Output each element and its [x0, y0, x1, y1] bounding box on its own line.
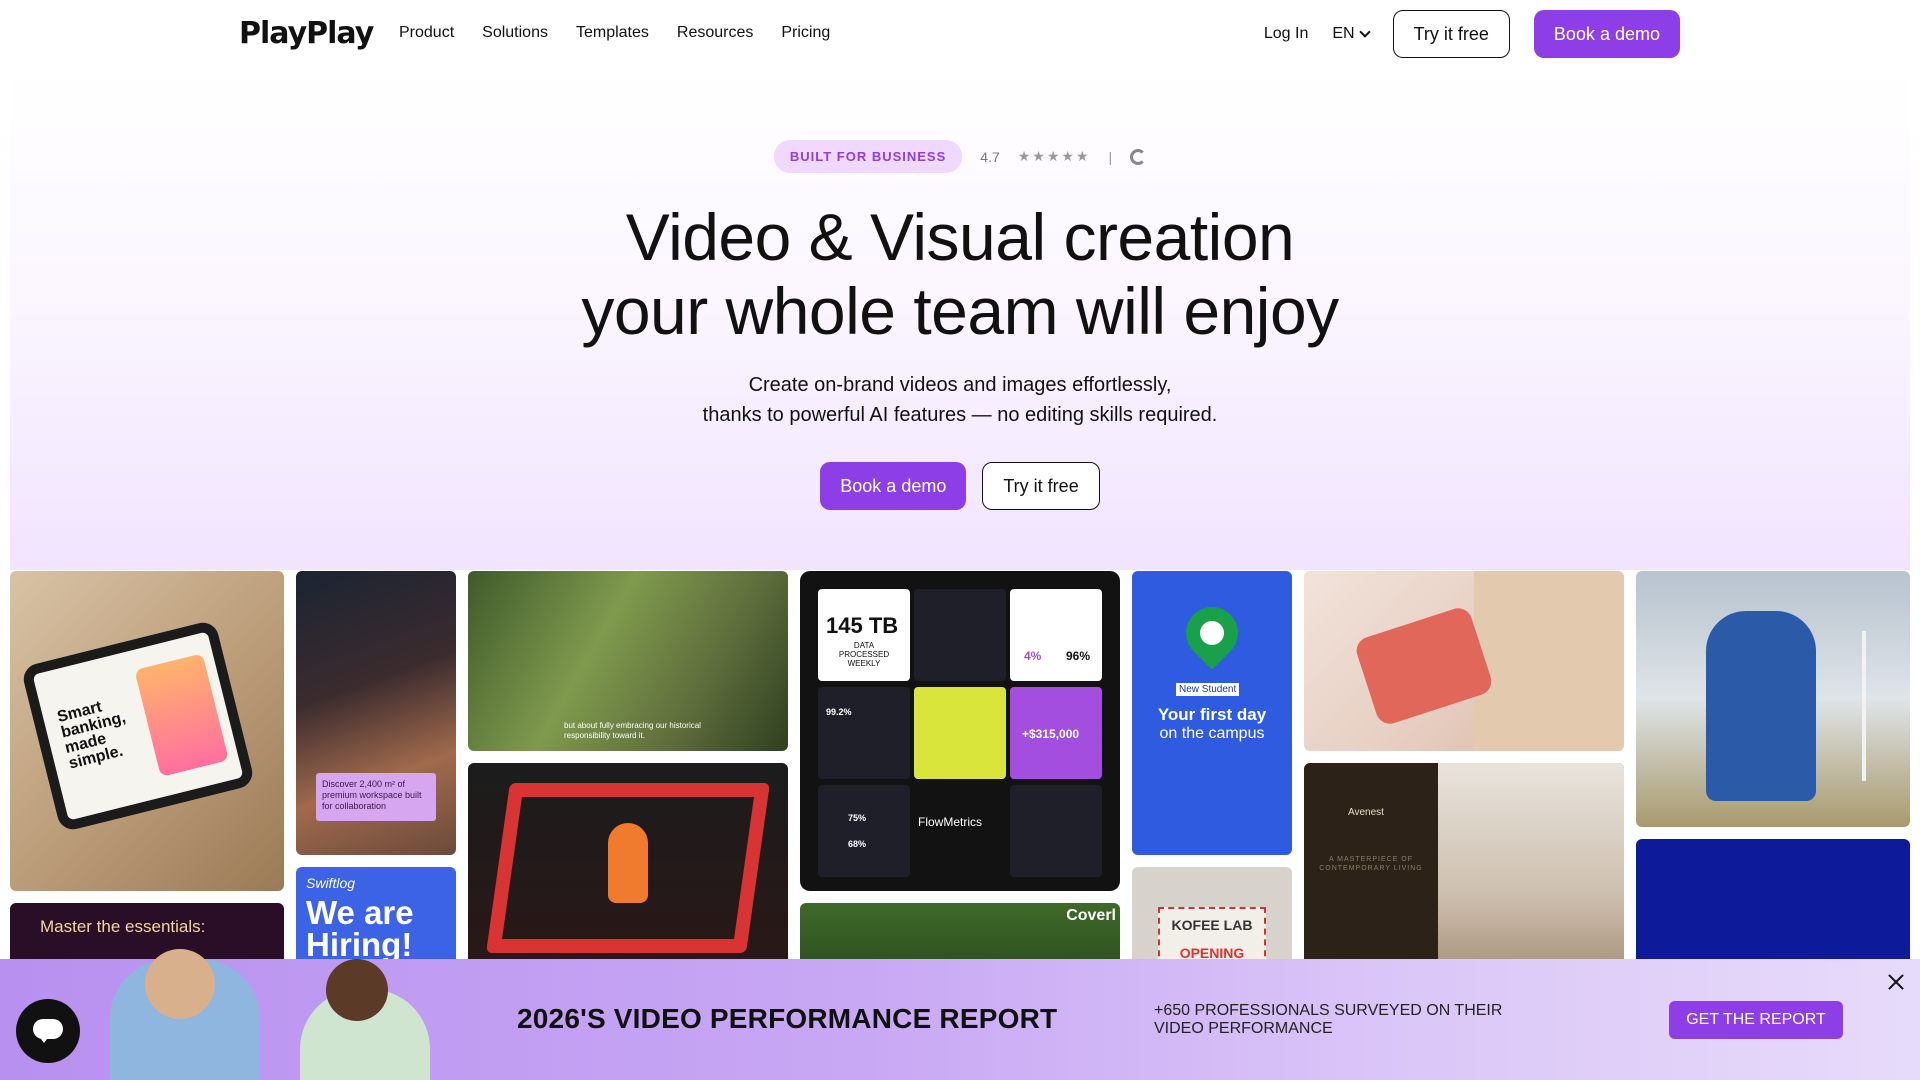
- gallery-tile-bag: [1304, 571, 1624, 751]
- hero-title-line2: your whole team will enjoy: [581, 274, 1339, 348]
- dash-card-performance: 4% 96%: [1010, 589, 1102, 681]
- gallery-tile-campus: New Student Your first day on the campus: [1132, 571, 1292, 855]
- bag-box: [1474, 571, 1624, 751]
- hero-subtitle-line2: thanks to powerful AI features — no edit…: [702, 404, 1218, 426]
- built-for-business-badge: BUILT FOR BUSINESS: [773, 140, 963, 173]
- dash-brand: FlowMetrics: [918, 815, 983, 829]
- avenest-room: [1438, 763, 1624, 983]
- dash-pct3: 99.2%: [826, 707, 852, 717]
- runner-figure: [608, 823, 648, 903]
- top-nav: PlayPlay Product Solutions Templates Res…: [0, 0, 1920, 70]
- kofee-text: KOFEE LAB: [1171, 917, 1253, 933]
- wind-turbine: [1862, 631, 1866, 781]
- get-report-button[interactable]: GET THE REPORT: [1669, 1001, 1843, 1039]
- dash-pct4: 75%: [848, 813, 867, 823]
- campus-title: Your first day: [1157, 705, 1267, 724]
- person-head-1: [145, 949, 215, 1019]
- gallery-tile-building: Discover 2,400 m² of premium workspace b…: [296, 571, 456, 855]
- hero-subtitle: Create on-brand videos and images effort…: [0, 370, 1920, 430]
- dash-card-ingestion: [914, 589, 1006, 681]
- dash-money: +$315,000: [1022, 727, 1080, 741]
- banner-description: +650 PROFESSIONALS SURVEYED ON THEIR VID…: [1154, 1002, 1503, 1037]
- hero-book-demo-button[interactable]: Book a demo: [820, 462, 967, 510]
- dash-pct1: 4%: [1024, 649, 1042, 663]
- gallery-tile-dashboard: 145 TB DATA PROCESSED WEEKLY 4% 96% 99.2…: [800, 571, 1120, 891]
- birder-caption: but about fully embracing our historical…: [564, 721, 701, 740]
- dash-pct5: 68%: [848, 839, 867, 849]
- coverall-text: Coverl: [1066, 907, 1116, 924]
- dash-card-loss: 99.2%: [818, 687, 910, 779]
- dash-tb-value: 145 TB: [826, 613, 899, 638]
- gallery-tile-runner: [468, 763, 788, 983]
- badge-row: BUILT FOR BUSINESS 4.7 ★★★★★ |: [0, 140, 1920, 173]
- login-link[interactable]: Log In: [1264, 25, 1308, 43]
- nav-link-solutions[interactable]: Solutions: [482, 24, 548, 42]
- gallery-tile-avenest: Avenest A MASTERPIECE OF CONTEMPORARY LI…: [1304, 763, 1624, 983]
- dash-pct2: 96%: [1066, 649, 1091, 663]
- language-label: EN: [1332, 25, 1355, 42]
- playplay-logo[interactable]: PlayPlay: [239, 16, 374, 51]
- hero-title: Video & Visual creation your whole team …: [0, 200, 1920, 348]
- tablet-screen: Smart banking, made simple.: [20, 619, 256, 833]
- banner-people: [90, 949, 450, 1080]
- nav-links: Product Solutions Templates Resources Pr…: [399, 24, 830, 42]
- nav-book-demo-button[interactable]: Book a demo: [1533, 10, 1680, 58]
- nav-try-free-button[interactable]: Try it free: [1392, 10, 1510, 58]
- gallery-tile-birdwatcher: but about fully embracing our historical…: [468, 571, 788, 751]
- rating-value: 4.7: [980, 148, 1000, 165]
- campus-subtitle: on the campus: [1159, 725, 1265, 742]
- master-text: Master the essentials:: [40, 917, 206, 936]
- dash-card-insights: [1010, 785, 1102, 877]
- phone-figure: [134, 653, 229, 777]
- banner-title: 2026'S VIDEO PERFORMANCE REPORT: [517, 1003, 1058, 1034]
- hero-title-line1: Video & Visual creation: [625, 200, 1295, 274]
- language-selector[interactable]: EN: [1332, 25, 1371, 43]
- nav-actions: Log In EN Try it free Book a demo: [1264, 10, 1680, 58]
- gallery-tile-turbine: [1636, 571, 1910, 827]
- building-note: Discover 2,400 m² of premium workspace b…: [316, 773, 436, 821]
- avenest-tagline: A MASTERPIECE OF CONTEMPORARY LIVING: [1319, 856, 1423, 872]
- dash-card-photo: [914, 687, 1006, 779]
- nav-link-pricing[interactable]: Pricing: [781, 24, 830, 42]
- nav-link-product[interactable]: Product: [399, 24, 454, 42]
- dash-card-decision: 75% 68%: [818, 785, 910, 877]
- person-head-2: [326, 959, 388, 1021]
- pin-dot: [1195, 616, 1229, 650]
- hiring-brand: Swiftlog: [306, 875, 356, 891]
- chat-widget-button[interactable]: [16, 999, 80, 1063]
- nav-link-templates[interactable]: Templates: [576, 24, 649, 42]
- chat-icon-tail: [38, 1035, 50, 1043]
- hero-try-free-button[interactable]: Try it free: [982, 462, 1100, 510]
- tablet-text: Smart banking, made simple.: [55, 698, 128, 773]
- gallery-tile-banking: Smart banking, made simple.: [10, 571, 284, 891]
- g2-logo-icon: [1130, 148, 1147, 165]
- dash-card-debt: +$315,000: [1010, 687, 1102, 779]
- star-icon: ★★★★★: [1017, 148, 1091, 164]
- hero-subtitle-line1: Create on-brand videos and images effort…: [748, 374, 1172, 396]
- avenest-brand: Avenest: [1348, 807, 1384, 818]
- hero-ctas: Book a demo Try it free: [0, 462, 1920, 510]
- nav-link-resources[interactable]: Resources: [677, 24, 753, 42]
- location-pin-icon: [1175, 596, 1249, 670]
- close-icon[interactable]: [1886, 972, 1906, 992]
- chevron-down-icon: [1358, 26, 1371, 38]
- worker-figure: [1706, 611, 1816, 801]
- campus-tag: New Student: [1176, 683, 1240, 696]
- dash-tb-label: DATA PROCESSED WEEKLY: [838, 641, 890, 668]
- dash-card-data: 145 TB DATA PROCESSED WEEKLY: [818, 589, 910, 681]
- rating-separator: |: [1108, 148, 1113, 165]
